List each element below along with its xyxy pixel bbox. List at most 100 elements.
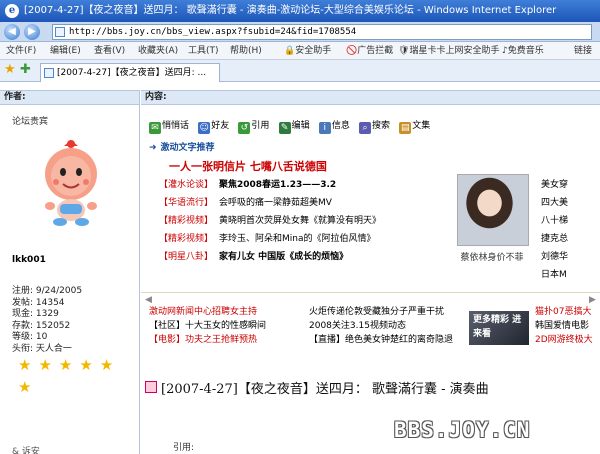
add-favorite-icon[interactable]: ✚ [20, 63, 31, 77]
star-icon: ★ [58, 356, 73, 374]
post-toolbar: ✉ 悄悄话 ☺ 好友 ↺ 引用 ✎ 编辑 i 信息 ⌕ 搜索 ▤ 文集 [149, 118, 436, 134]
author-column: 作者: 论坛贵宾 lkk001 注册: 9/24/2005 发帖: 14354 … [0, 90, 140, 454]
collection-button[interactable]: ▤ 文集 [399, 118, 430, 134]
news-column-3: 猫扑07恶搞大 韩国爱情电影 2D网游终极大 [535, 305, 600, 347]
window-title-bar: e [2007-4-27]【夜之夜音】送四月： 歌聲滿行囊 - 演奏曲-激动论坛… [0, 0, 600, 22]
list-item[interactable]: 猫扑07恶搞大 [535, 305, 600, 319]
page-icon [55, 27, 65, 37]
toolbar-rising-helper[interactable]: 🛡瑞星卡卡上网安全助手 [398, 42, 499, 60]
author-header: 作者: [0, 90, 139, 105]
stat-posts: 发帖: 14354 [12, 297, 65, 308]
stat-level: 等级: 10 [12, 332, 48, 342]
list-item[interactable]: 刘德华 [541, 248, 600, 266]
list-item[interactable]: 2008关注3.15视频动态 [309, 319, 467, 333]
recommend-label: ➜ 激动文字推荐 [149, 143, 215, 153]
bottom-left-text: & 诉安 [12, 447, 40, 454]
page-content: 作者: 论坛贵宾 lkk001 注册: 9/24/2005 发帖: 14354 … [0, 82, 600, 454]
ad-row[interactable]: 【精彩视频】 李玲玉、阿朵和Mina的《阿拉伯风情》 [159, 230, 449, 248]
user-rank: 论坛贵宾 [12, 117, 49, 127]
stat-deposit: 存款: 152052 [12, 320, 71, 331]
list-item[interactable]: 2D网游终极大 [535, 333, 600, 347]
ad-row[interactable]: 【精彩视频】 黄晓明首次荧屏处女舞《就算没有明天》 [159, 212, 449, 230]
menu-help[interactable]: 帮助(H) [230, 42, 262, 60]
collection-icon: ▤ [399, 122, 412, 134]
stat-register: 注册: 9/24/2005 [12, 286, 83, 296]
forward-icon[interactable]: ▶ [24, 24, 40, 40]
list-item[interactable]: 火炬传递伦敦受藏独分子严重干扰 [309, 305, 467, 319]
list-item[interactable]: 捷克总 [541, 230, 600, 248]
user-stats: 注册: 9/24/2005 发帖: 14354 现金: 1329 存款: 152… [12, 286, 82, 355]
pm-icon: ✉ [149, 122, 161, 134]
content-column: 内容: ✉ 悄悄话 ☺ 好友 ↺ 引用 ✎ 编辑 i 信息 ⌕ 搜索 ▤ 文集 ➜ 激动文字推荐… [141, 90, 600, 454]
movie-thumbnail[interactable]: 更多精彩 进来看 [469, 311, 529, 345]
search-icon: ⌕ [359, 122, 372, 134]
ad-photo-caption[interactable]: 蔡依林身价不菲 [447, 250, 537, 263]
menu-tools[interactable]: 工具(T) [188, 42, 219, 60]
star-icon: ★ [18, 356, 32, 374]
friend-button[interactable]: ☺ 好友 [198, 118, 229, 134]
user-avatar [45, 140, 97, 226]
list-item[interactable]: 韩国爱情电影 [535, 319, 600, 333]
list-item[interactable]: 四大美 [541, 194, 600, 212]
friend-icon: ☺ [198, 122, 211, 134]
menu-edit[interactable]: 编辑(E) [50, 42, 81, 60]
list-item[interactable]: 美女穿 [541, 176, 600, 194]
list-item[interactable]: 【社区】十大玉女的性感瞬间 [149, 319, 299, 333]
list-item[interactable]: 日本M [541, 266, 600, 284]
username[interactable]: lkk001 [12, 255, 46, 265]
search-button[interactable]: ⌕ 搜索 [359, 118, 390, 134]
toolbar-free-music[interactable]: ♪免费音乐 [502, 42, 544, 60]
tab-bar: ★ ✚ [2007-4-27]【夜之夜音】送四月: ... [0, 60, 600, 82]
news-column-2: 火炬传递伦敦受藏独分子严重干扰 2008关注3.15视频动态 【直播】绝色美女钟… [309, 305, 467, 347]
star-icon: ★ [18, 378, 32, 396]
address-bar: ◀ ▶ http://bbs.joy.cn/bbs_view.aspx?fsub… [0, 22, 600, 42]
tab-page-icon [44, 68, 54, 78]
ad-right-list: 美女穿 四大美 八十梯 捷克总 刘德华 日本M [541, 176, 600, 284]
toolbar-links[interactable]: 链接 [574, 42, 592, 60]
star-icon: ★ [38, 356, 52, 374]
quote-icon: ↺ [238, 122, 251, 134]
star-icon: ★ [99, 356, 114, 374]
quote-button[interactable]: ↺ 引用 [238, 118, 269, 134]
tab-current[interactable]: [2007-4-27]【夜之夜音】送四月: ... [40, 63, 220, 82]
menu-file[interactable]: 文件(F) [6, 42, 36, 60]
scroll-right-icon[interactable]: ▶ [589, 295, 596, 305]
ad-row[interactable]: 【灌水论谈】 聚焦2008春运1.23——3.2 [159, 176, 449, 194]
url-text: http://bbs.joy.cn/bbs_view.aspx?fsubid=2… [69, 27, 357, 37]
edit-button[interactable]: ✎ 编辑 [278, 118, 310, 134]
content-header: 内容: [141, 90, 600, 105]
menu-view[interactable]: 查看(V) [94, 42, 125, 60]
ad-title[interactable]: 一人一张明信片 七嘴八舌说德国 [169, 158, 327, 174]
edit-icon: ✎ [278, 122, 291, 134]
toolbar-security-helper[interactable]: 🔒安全助手 [284, 42, 331, 60]
menu-bar: 文件(F) 编辑(E) 查看(V) 收藏夹(A) 工具(T) 帮助(H) 🔒安全… [0, 42, 600, 60]
star-icon: ★ [79, 356, 93, 374]
info-button[interactable]: i 信息 [318, 118, 350, 134]
window-title: [2007-4-27]【夜之夜音】送四月： 歌聲滿行囊 - 演奏曲-激动论坛-大… [24, 5, 557, 16]
back-icon[interactable]: ◀ [4, 24, 20, 40]
ie-logo-icon: e [5, 4, 19, 18]
news-column-1: 激动网新闻中心招聘女主持 【社区】十大玉女的性感瞬间 【电影】功夫之王抢鲜预热 [149, 305, 299, 347]
pm-button[interactable]: ✉ 悄悄话 [149, 118, 189, 134]
list-item[interactable]: 【直播】绝色美女钟楚红的离奇隐退 [309, 333, 467, 347]
arrow-right-icon: ➜ [149, 143, 157, 153]
post-icon [145, 381, 157, 393]
scroll-left-icon[interactable]: ◀ [145, 295, 152, 305]
post-title: [2007-4-27]【夜之夜音】送四月： 歌聲滿行囊 - 演奏曲 [145, 378, 489, 397]
list-item[interactable]: 激动网新闻中心招聘女主持 [149, 305, 299, 319]
menu-favorites[interactable]: 收藏夹(A) [138, 42, 178, 60]
quote-label: 引用: [173, 443, 195, 453]
ad-photo[interactable] [457, 174, 529, 246]
list-item[interactable]: 【电影】功夫之王抢鲜预热 [149, 333, 299, 347]
watermark: BBS.JOY.CN [394, 418, 531, 442]
url-input[interactable]: http://bbs.joy.cn/bbs_view.aspx?fsubid=2… [52, 24, 592, 40]
toolbar-ad-block[interactable]: 🚫广告拦截 [346, 42, 393, 60]
list-item[interactable]: 八十梯 [541, 212, 600, 230]
stat-cash: 现金: 1329 [12, 309, 59, 319]
user-stars: ★ ★ ★ ★ ★ ★ [18, 354, 138, 398]
ad-box: 一人一张明信片 七嘴八舌说德国 【灌水论谈】 聚焦2008春运1.23——3.2 … [149, 154, 600, 284]
news-bar: ◀ ▶ 激动网新闻中心招聘女主持 【社区】十大玉女的性感瞬间 【电影】功夫之王抢… [141, 292, 600, 348]
favorites-star-icon[interactable]: ★ [4, 63, 16, 77]
ad-row[interactable]: 【华语流行】 会呼吸的痛一梁静茹超美MV [159, 194, 449, 212]
ad-row[interactable]: 【明星八卦】 家有儿女 中国版《成长的烦恼》 [159, 248, 449, 266]
